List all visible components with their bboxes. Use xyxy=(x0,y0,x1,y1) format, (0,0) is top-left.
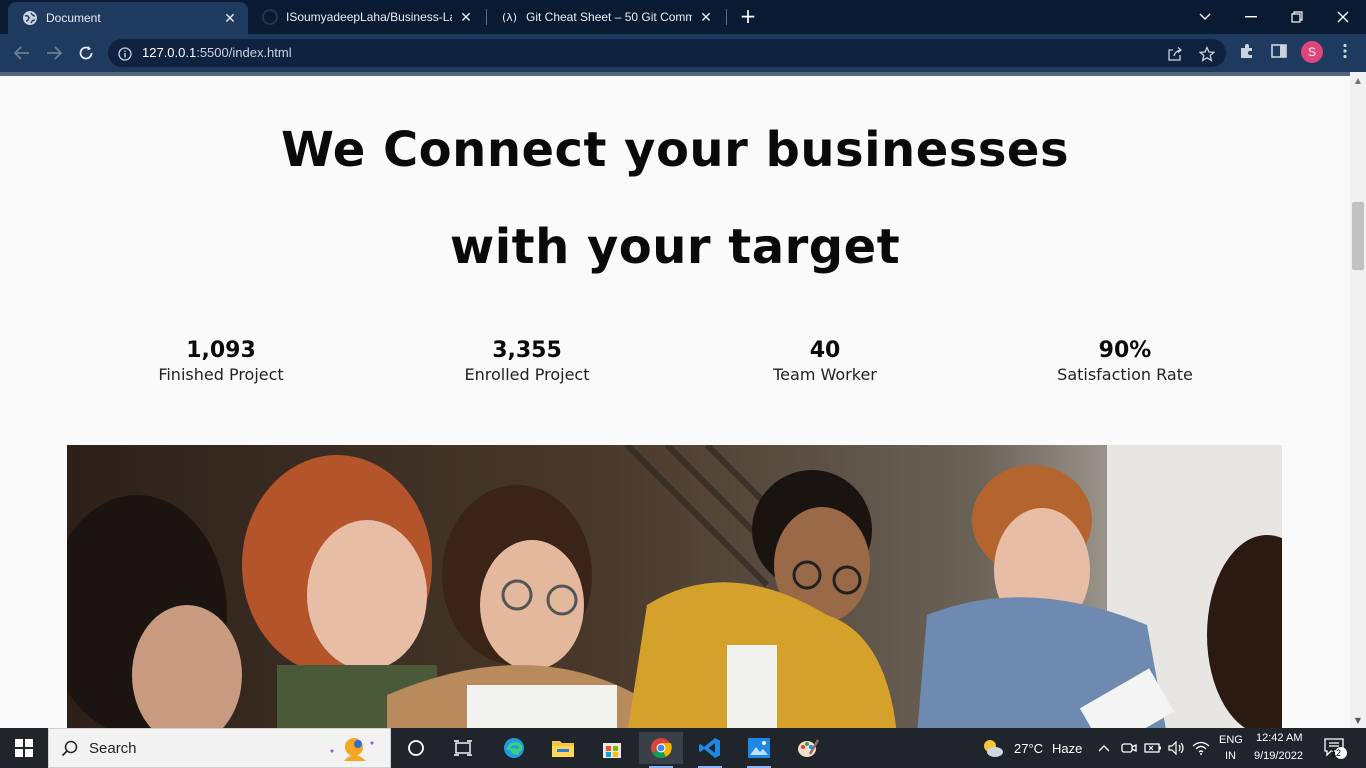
tab-title: ISoumyadeepLaha/Business-Land xyxy=(286,10,452,24)
edge-browser-icon[interactable] xyxy=(492,732,536,764)
tab-separator xyxy=(486,9,487,25)
close-window-icon[interactable] xyxy=(1320,0,1366,34)
stat-value: 40 xyxy=(809,338,841,363)
search-icon xyxy=(61,740,79,758)
file-explorer-icon[interactable] xyxy=(541,732,585,764)
github-icon xyxy=(262,9,278,25)
show-hidden-icons-chevron-icon[interactable] xyxy=(1094,732,1114,764)
stat-label: Finished Project xyxy=(158,365,284,384)
site-info-icon[interactable] xyxy=(118,46,132,61)
share-icon[interactable] xyxy=(1166,45,1184,63)
weather-cloud-moon-icon[interactable] xyxy=(978,732,1008,764)
menu-kebab-icon[interactable] xyxy=(1336,42,1354,60)
tab-document[interactable]: Document ✕ xyxy=(8,2,248,34)
weather-description[interactable]: Haze xyxy=(1052,741,1082,756)
search-label: Search xyxy=(89,740,137,757)
back-arrow-icon[interactable] xyxy=(10,42,34,64)
close-icon[interactable]: ✕ xyxy=(458,9,474,25)
photos-icon[interactable] xyxy=(737,732,781,768)
team-meeting-photo xyxy=(67,445,1282,728)
headline-line-2: with your target xyxy=(449,219,901,275)
notification-count-badge: 12 xyxy=(1331,748,1342,758)
reload-icon[interactable] xyxy=(74,42,98,64)
clock-date[interactable]: 9/19/2022 xyxy=(1254,750,1303,762)
tab-separator xyxy=(726,9,727,25)
microsoft-store-icon[interactable] xyxy=(590,732,634,764)
taskbar-search-box[interactable]: Search xyxy=(48,728,391,768)
url-host: 127.0.0.1 xyxy=(142,45,197,60)
battery-plugged-icon[interactable] xyxy=(1142,732,1164,764)
scroll-up-arrow-icon[interactable]: ▲ xyxy=(1350,76,1366,86)
stat-label: Team Worker xyxy=(773,365,877,384)
url-text: 127.0.0.1:5500/index.html xyxy=(142,45,292,60)
vscode-icon[interactable] xyxy=(688,732,732,768)
restore-icon[interactable] xyxy=(1274,0,1320,34)
stat-label: Enrolled Project xyxy=(464,365,590,384)
address-bar[interactable]: 127.0.0.1:5500/index.html xyxy=(108,39,1226,67)
stat-team-worker: 40 Team Worker xyxy=(705,338,945,384)
input-language-line-1[interactable]: ENG xyxy=(1219,734,1243,746)
meet-now-camera-icon[interactable] xyxy=(1118,732,1140,764)
clock-time[interactable]: 12:42 AM xyxy=(1256,732,1302,744)
stat-satisfaction-rate: 90% Satisfaction Rate xyxy=(1005,338,1245,384)
svg-text:(λ): (λ) xyxy=(502,11,517,24)
chrome-icon[interactable] xyxy=(639,732,683,768)
tab-title: Document xyxy=(46,11,101,25)
minimize-icon[interactable] xyxy=(1228,0,1274,34)
tab-title: Git Cheat Sheet – 50 Git Comman xyxy=(526,10,692,24)
wifi-network-icon[interactable] xyxy=(1190,732,1212,764)
windows-start-icon[interactable] xyxy=(0,728,48,768)
headline-line-1: We Connect your businesses xyxy=(280,122,1070,178)
page-scrollbar[interactable]: ▲ ▼ xyxy=(1350,72,1366,728)
windows-taskbar: Search 27°C Haze ENG IN 12:42 AM 9/19/20… xyxy=(0,728,1366,768)
volume-speaker-icon[interactable] xyxy=(1166,732,1188,764)
tab-strip: Document ✕ ISoumyadeepLaha/Business-Land… xyxy=(0,0,1366,34)
stat-label: Satisfaction Rate xyxy=(1057,365,1193,384)
url-path: :5500/index.html xyxy=(196,45,292,60)
weather-temperature[interactable]: 27°C xyxy=(1014,741,1043,756)
tab-github[interactable]: ISoumyadeepLaha/Business-Land ✕ xyxy=(248,0,484,34)
tab-git-cheat-sheet[interactable]: (λ) Git Cheat Sheet – 50 Git Comman ✕ xyxy=(488,0,724,34)
stat-value: 90% xyxy=(1098,338,1152,363)
close-icon[interactable]: ✕ xyxy=(222,10,238,26)
profile-avatar[interactable]: S xyxy=(1301,41,1323,63)
input-language-line-2[interactable]: IN xyxy=(1225,750,1236,762)
side-panel-icon[interactable] xyxy=(1270,42,1288,60)
stat-finished-project: 1,093 Finished Project xyxy=(101,338,341,384)
new-tab-plus-icon[interactable]: + xyxy=(738,6,758,26)
globe-icon xyxy=(22,10,38,26)
stat-value: 3,355 xyxy=(492,338,562,363)
close-icon[interactable]: ✕ xyxy=(698,9,714,25)
cortana-icon[interactable] xyxy=(394,732,438,764)
extensions-puzzle-icon[interactable] xyxy=(1238,42,1256,60)
paint-icon[interactable] xyxy=(786,732,830,764)
stat-enrolled-project: 3,355 Enrolled Project xyxy=(407,338,647,384)
tab-search-chevron-icon[interactable] xyxy=(1182,0,1228,34)
bookmark-star-icon[interactable] xyxy=(1198,45,1216,63)
scroll-down-arrow-icon[interactable]: ▼ xyxy=(1350,716,1366,726)
forward-arrow-icon[interactable] xyxy=(42,42,66,64)
browser-toolbar: 127.0.0.1:5500/index.html xyxy=(0,34,1366,72)
scrollbar-thumb[interactable] xyxy=(1352,202,1364,270)
search-highlight-illustration-icon xyxy=(324,735,382,763)
task-view-icon[interactable] xyxy=(441,732,485,764)
freecodecamp-icon: (λ) xyxy=(502,9,518,25)
page-viewport: We Connect your businesses with your tar… xyxy=(0,76,1350,728)
stat-value: 1,093 xyxy=(186,338,256,363)
